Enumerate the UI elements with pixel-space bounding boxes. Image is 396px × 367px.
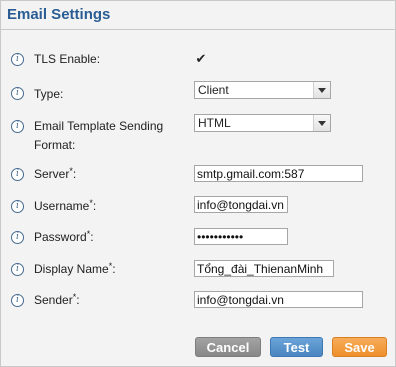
type-select-arrow[interactable] xyxy=(313,82,330,98)
password-label-text: Password xyxy=(34,230,87,244)
template-format-select[interactable]: HTML xyxy=(194,114,331,132)
type-select[interactable]: Client xyxy=(194,81,331,99)
label-colon: : xyxy=(112,262,116,276)
info-icon[interactable]: i xyxy=(11,168,24,181)
type-select-value: Client xyxy=(198,83,229,97)
chevron-down-icon xyxy=(318,121,326,126)
server-label-text: Server xyxy=(34,167,70,181)
required-mark: * xyxy=(72,292,77,302)
label-colon: : xyxy=(92,199,97,213)
display-name-input[interactable] xyxy=(194,260,334,277)
tls-enable-checkbox[interactable]: ✔ xyxy=(195,51,207,66)
info-icon[interactable]: i xyxy=(11,87,24,100)
template-format-label-line2: Format: xyxy=(34,138,76,152)
sender-label-text: Sender xyxy=(34,293,73,307)
username-label: Username*: xyxy=(34,197,96,215)
type-label: Type: xyxy=(34,87,64,101)
required-mark: * xyxy=(89,198,93,208)
info-icon[interactable]: i xyxy=(11,120,24,133)
label-colon: : xyxy=(72,167,77,181)
cancel-button[interactable]: Cancel xyxy=(195,337,261,357)
test-button[interactable]: Test xyxy=(270,337,323,357)
label-colon: : xyxy=(90,230,94,244)
title-divider xyxy=(1,29,395,30)
email-settings-panel: Email Settings i TLS Enable: ✔ i Type: C… xyxy=(0,0,396,367)
display-name-label-text: Display Name xyxy=(34,262,109,276)
info-icon[interactable]: i xyxy=(11,200,24,213)
required-mark: * xyxy=(69,166,73,176)
username-label-text: Username xyxy=(34,199,90,213)
info-icon[interactable]: i xyxy=(11,231,24,244)
server-input[interactable] xyxy=(194,165,363,182)
sender-input[interactable] xyxy=(194,291,363,308)
template-format-select-value: HTML xyxy=(198,116,231,130)
save-button[interactable]: Save xyxy=(332,337,387,357)
info-icon[interactable]: i xyxy=(11,53,24,66)
label-colon: : xyxy=(76,293,80,307)
chevron-down-icon xyxy=(318,88,326,93)
required-mark: * xyxy=(108,261,113,271)
server-label: Server*: xyxy=(34,165,76,183)
page-title: Email Settings xyxy=(7,6,111,23)
display-name-label: Display Name*: xyxy=(34,260,116,278)
username-input[interactable] xyxy=(194,196,288,213)
password-label: Password*: xyxy=(34,228,94,246)
info-icon[interactable]: i xyxy=(11,294,24,307)
required-mark: * xyxy=(86,229,91,239)
sender-label: Sender*: xyxy=(34,291,80,309)
password-input[interactable] xyxy=(194,228,288,245)
tls-enable-label: TLS Enable: xyxy=(34,52,101,66)
template-format-select-arrow[interactable] xyxy=(313,115,330,131)
checkmark-icon: ✔ xyxy=(195,51,207,66)
template-format-label-line1: Email Template Sending xyxy=(34,119,164,133)
info-icon[interactable]: i xyxy=(11,263,24,276)
